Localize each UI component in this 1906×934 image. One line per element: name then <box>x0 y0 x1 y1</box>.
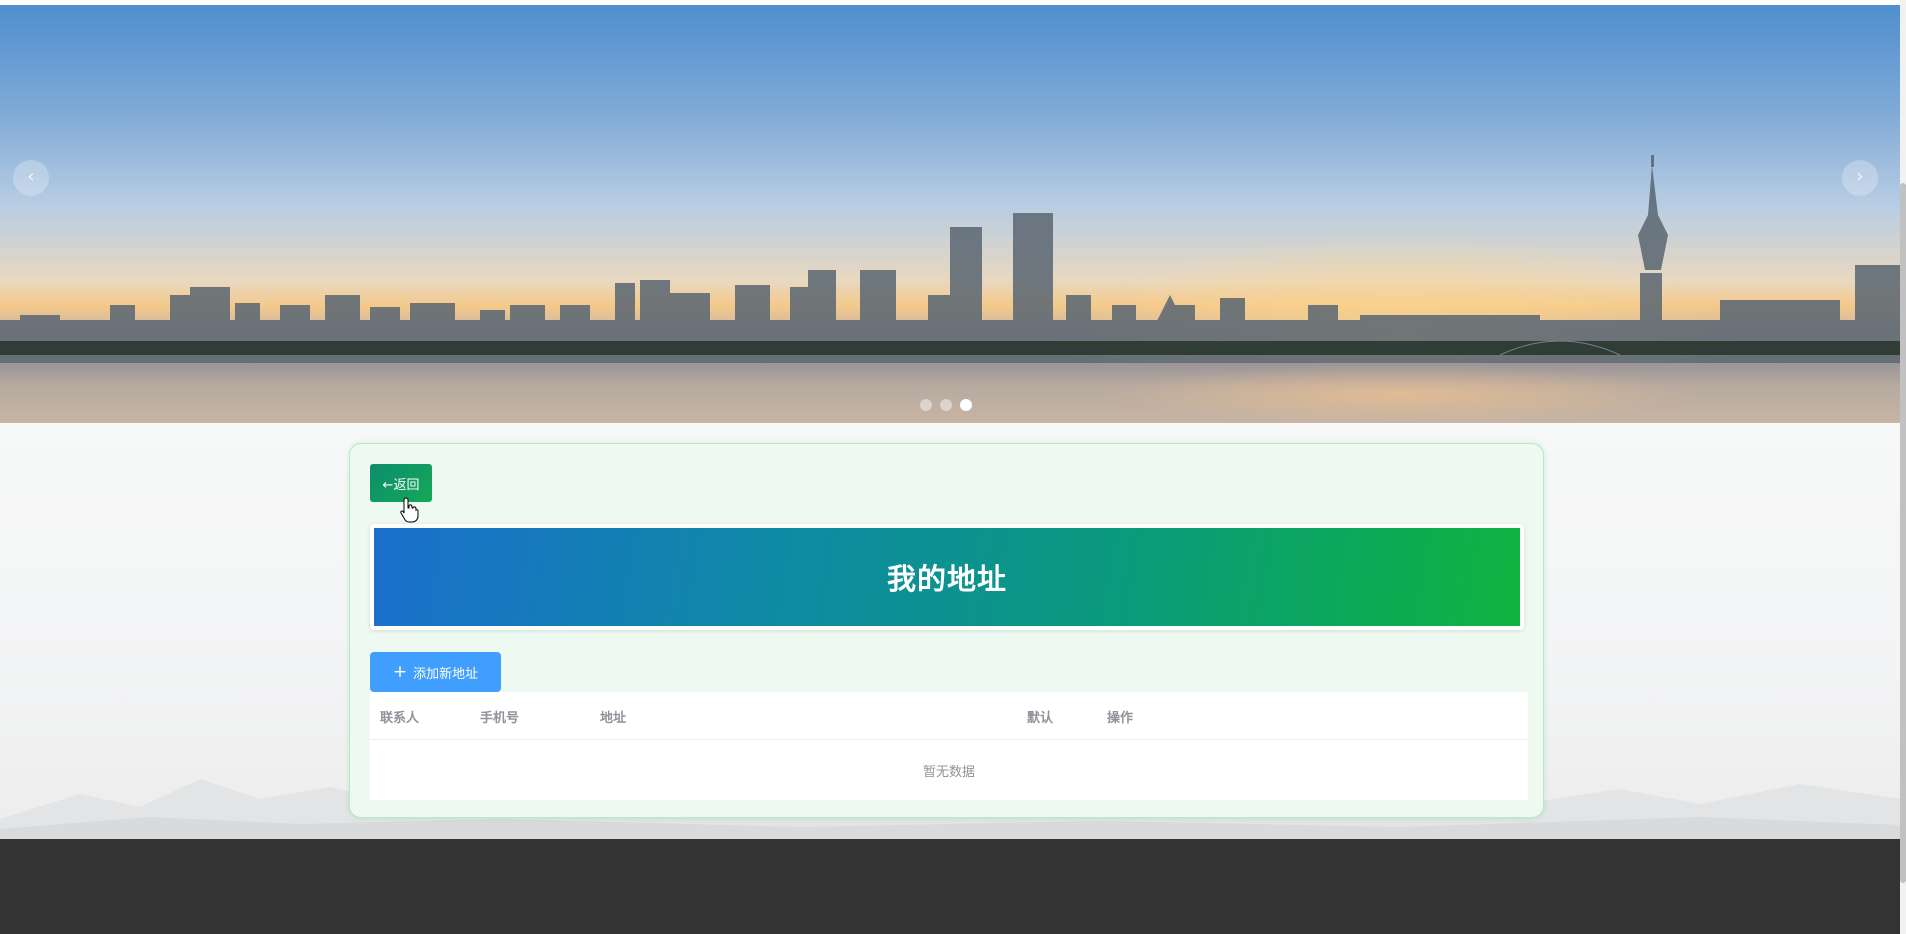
plus-icon: + <box>392 661 408 682</box>
title-gradient: 我的地址 <box>374 528 1520 626</box>
carousel-dot-3[interactable] <box>960 399 972 411</box>
scrollbar-thumb[interactable] <box>1900 183 1906 883</box>
column-phone: 手机号 <box>480 711 520 726</box>
add-address-label: 添加新地址 <box>413 666 479 682</box>
page-title-banner: 我的地址 <box>370 524 1524 630</box>
column-actions: 操作 <box>1107 711 1134 726</box>
banner-water-shine <box>1100 365 1700 423</box>
column-address: 地址 <box>600 711 627 726</box>
hand-cursor-icon <box>400 497 419 523</box>
chevron-right-icon: › <box>1856 166 1864 187</box>
page-title: 我的地址 <box>886 562 1007 596</box>
city-skyline-image <box>0 155 1900 365</box>
carousel-indicators <box>920 399 972 411</box>
banner-carousel: ‹ › <box>0 5 1900 423</box>
column-contact: 联系人 <box>380 711 420 726</box>
page-footer <box>0 839 1900 934</box>
carousel-dot-1[interactable] <box>920 399 932 411</box>
address-card: ←返回 我的地址 + 添加新地址 联系人 手机号 地址 默认 操作 暂无数据 <box>349 443 1544 818</box>
carousel-prev-button[interactable]: ‹ <box>13 160 49 196</box>
address-table: 联系人 手机号 地址 默认 操作 暂无数据 <box>370 692 1528 800</box>
table-header: 联系人 手机号 地址 默认 操作 <box>370 692 1528 740</box>
chevron-left-icon: ‹ <box>27 166 35 187</box>
table-empty-text: 暂无数据 <box>922 765 975 780</box>
add-address-button[interactable]: + 添加新地址 <box>370 652 501 692</box>
carousel-next-button[interactable]: › <box>1842 160 1878 196</box>
column-default: 默认 <box>1027 711 1054 726</box>
carousel-dot-2[interactable] <box>940 399 952 411</box>
